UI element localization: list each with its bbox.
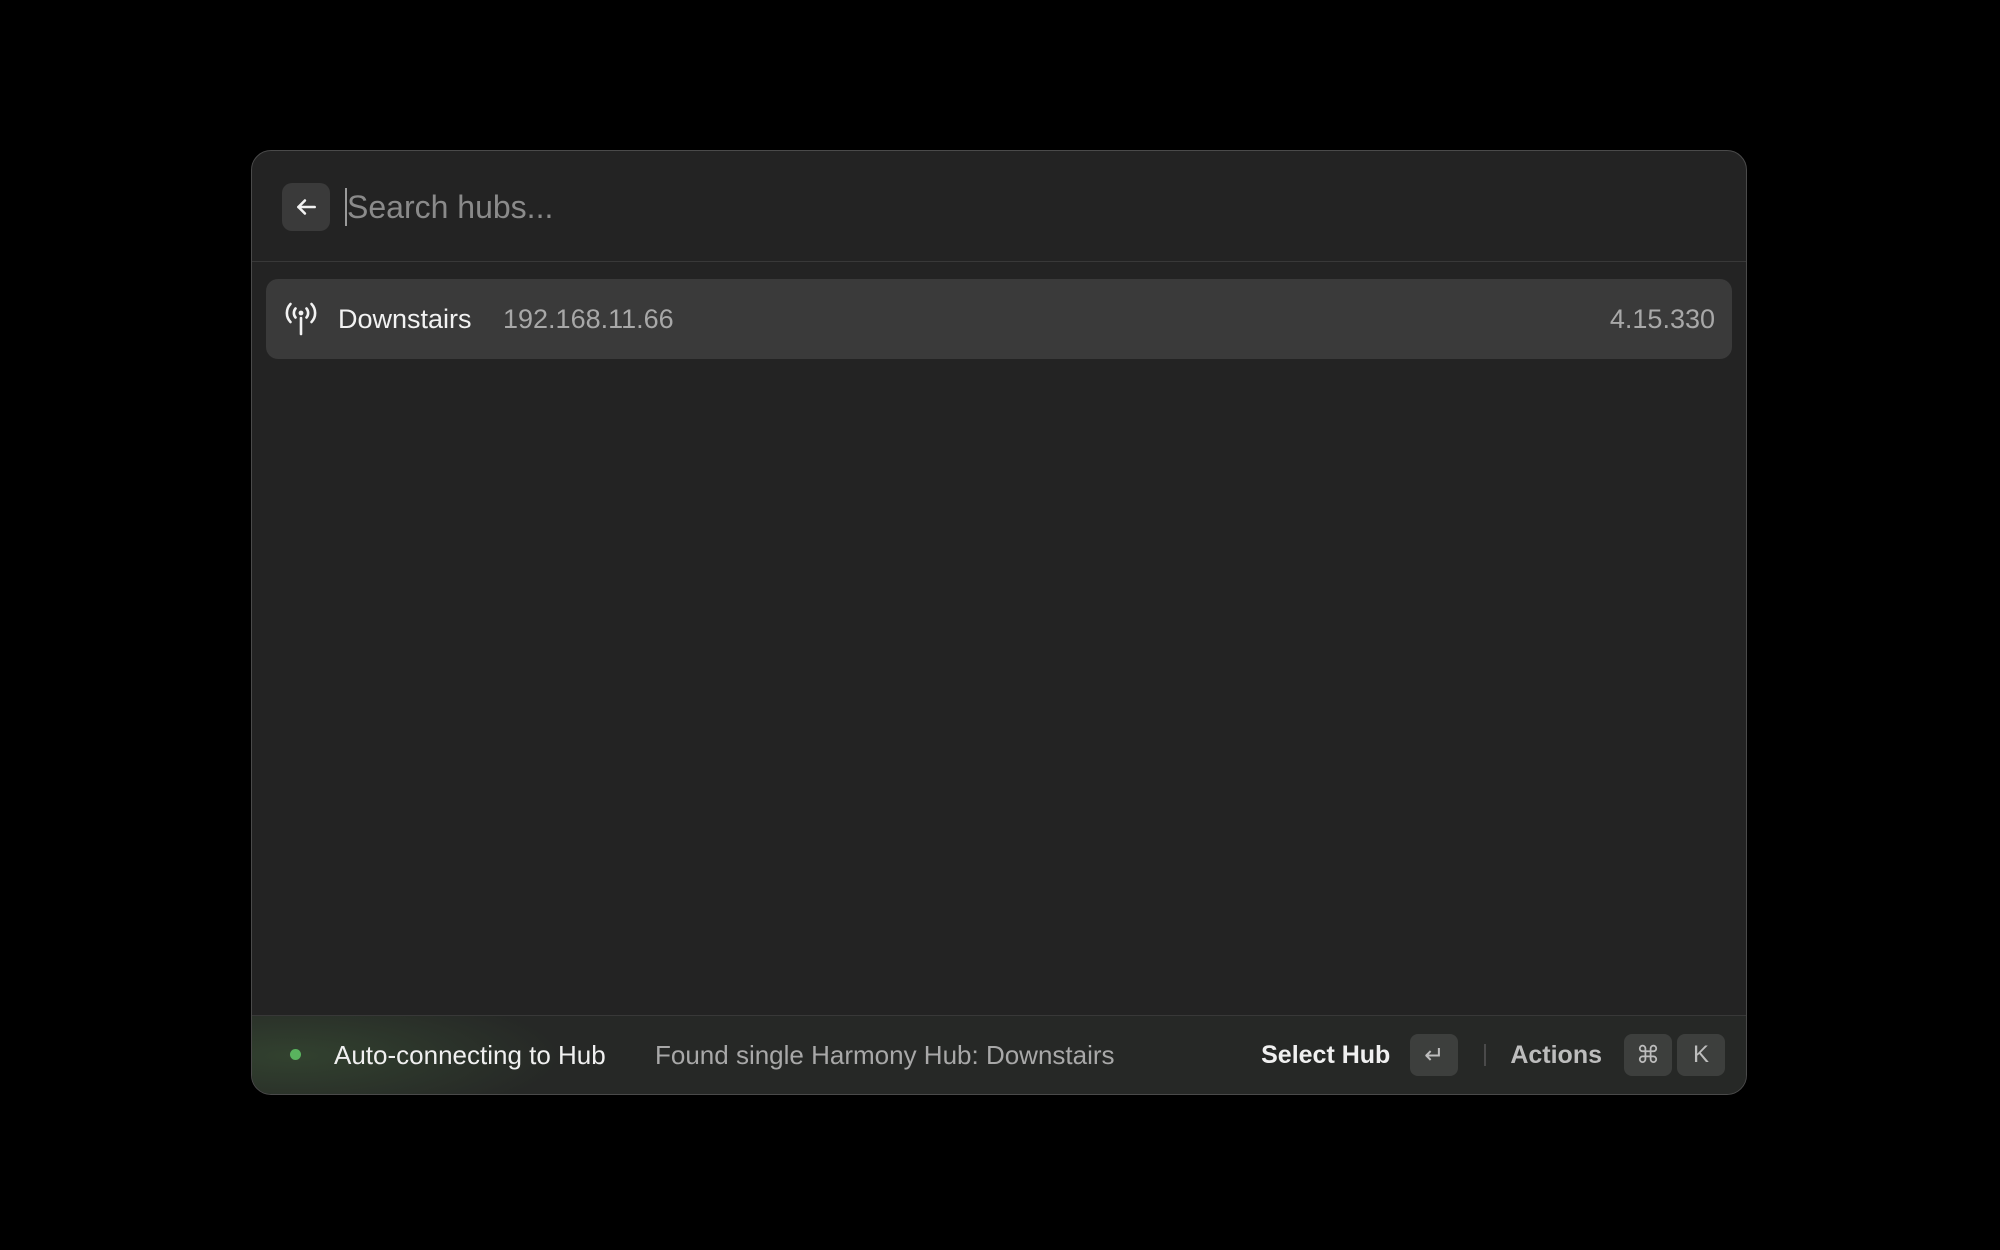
command-key-icon: ⌘ xyxy=(1624,1034,1672,1076)
hub-version: 4.15.330 xyxy=(1609,304,1715,334)
launcher-window: Downstairs 192.168.11.66 4.15.330 Auto-c… xyxy=(251,150,1747,1095)
action-bar: Auto-connecting to Hub Found single Harm… xyxy=(252,1015,1746,1094)
text-caret xyxy=(345,188,347,226)
hub-name: Downstairs xyxy=(338,304,472,334)
select-hub-button[interactable]: Select Hub xyxy=(1261,1041,1390,1070)
enter-key-icon: ↵ xyxy=(1410,1034,1459,1076)
status-indicator xyxy=(290,1049,301,1060)
hub-ip-address: 192.168.11.66 xyxy=(503,304,674,334)
hub-list: Downstairs 192.168.11.66 4.15.330 xyxy=(266,279,1732,359)
footer-actions: Select Hub ↵ Actions ⌘ K xyxy=(1261,1034,1725,1076)
divider xyxy=(1484,1044,1487,1066)
back-button[interactable] xyxy=(282,183,330,231)
arrow-left-icon xyxy=(297,199,316,215)
k-key: K xyxy=(1677,1034,1725,1076)
search-input[interactable] xyxy=(344,181,1347,233)
toast-message: Found single Harmony Hub: Downstairs xyxy=(655,1040,1115,1070)
actions-button[interactable]: Actions xyxy=(1510,1041,1602,1070)
toast-title: Auto-connecting to Hub xyxy=(334,1040,606,1070)
search-bar xyxy=(252,151,1746,262)
list-item[interactable]: Downstairs 192.168.11.66 4.15.330 xyxy=(266,279,1732,359)
broadcast-antenna-icon xyxy=(282,299,320,337)
